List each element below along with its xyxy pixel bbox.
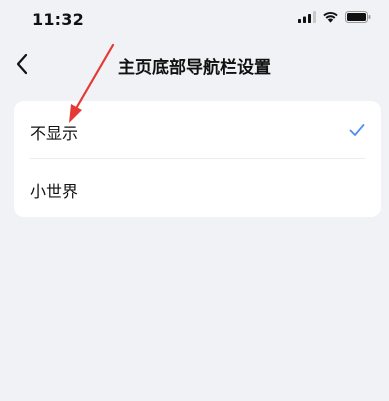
status-icons — [298, 11, 371, 23]
option-label: 不显示 — [30, 124, 79, 143]
cellular-signal-icon — [298, 11, 316, 23]
battery-icon — [345, 11, 371, 23]
wifi-icon — [323, 11, 338, 23]
option-label: 小世界 — [30, 182, 79, 201]
status-bar: 11:32 — [0, 0, 389, 40]
option-hide[interactable]: 不显示 — [14, 101, 381, 159]
screen: 11:32 主页底部导航栏设置 不显示 小世界 — [0, 0, 389, 401]
option-small-world[interactable]: 小世界 — [14, 159, 381, 217]
status-time: 11:32 — [32, 10, 84, 29]
check-icon — [349, 124, 365, 136]
page-title: 主页底部导航栏设置 — [118, 58, 271, 78]
options-card: 不显示 小世界 — [14, 101, 381, 217]
nav-bar: 主页底部导航栏设置 — [0, 44, 389, 84]
